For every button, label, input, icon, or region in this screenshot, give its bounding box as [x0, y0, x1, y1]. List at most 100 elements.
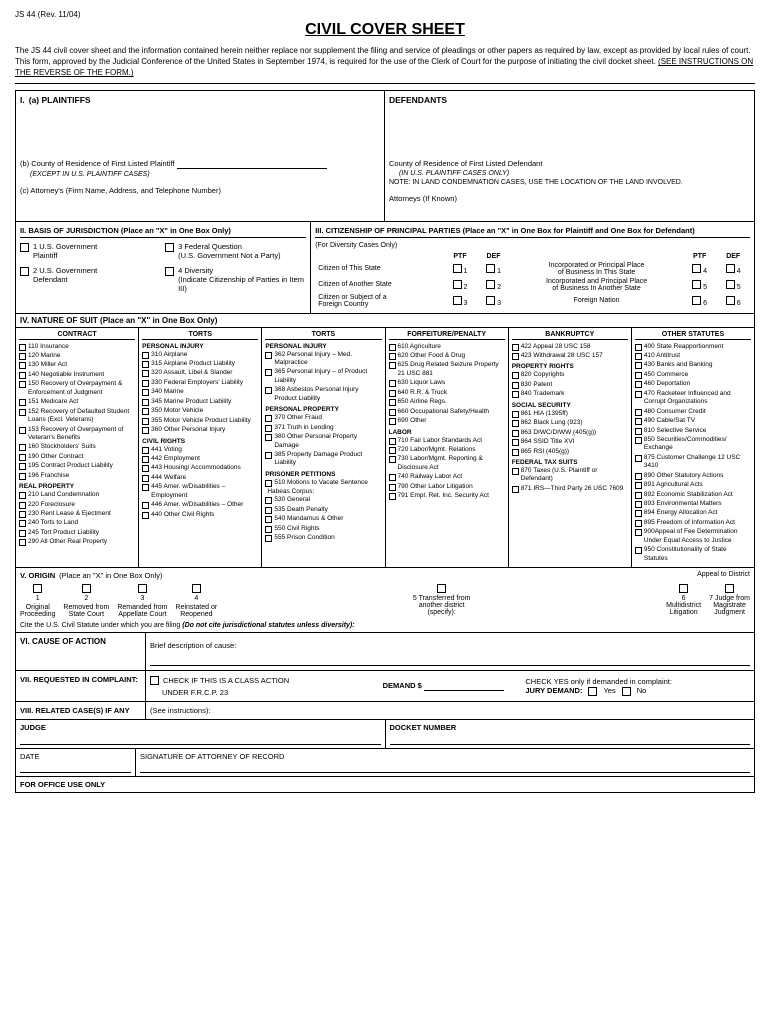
suit-555: 555 Prison Condition [265, 534, 381, 542]
ptf-4[interactable] [692, 264, 701, 273]
origin-1: 1 OriginalProceeding [20, 583, 55, 618]
def-1[interactable] [486, 264, 495, 273]
suit-446: 446 Amer. w/Disabilities – Other [142, 501, 258, 509]
cite-label: Cite the U.S. Civil Statute under which … [20, 622, 750, 629]
suit-151: 151 Medicare Act [19, 398, 135, 406]
judge-docket-row: JUDGE DOCKET NUMBER [15, 719, 755, 748]
ptf-6[interactable] [692, 296, 701, 305]
plaintiffs-label: I. (a) PLAINTIFFS [20, 95, 380, 105]
complaint-label: VII. REQUESTED IN COMPLAINT: [16, 671, 146, 701]
suit-480: 480 Consumer Credit [635, 408, 751, 416]
office-use: FOR OFFICE USE ONLY [15, 776, 755, 793]
signature-field[interactable] [140, 761, 750, 773]
suit-380: 380 Other Personal Property Damage [265, 433, 381, 450]
suit-320: 320 Assault, Libel & Slander [142, 369, 258, 377]
origin-checkbox-2[interactable] [82, 584, 91, 593]
origin-5: 5 Transferred fromanother district(speci… [225, 583, 658, 616]
class-action-checkbox[interactable] [150, 676, 159, 685]
suit-730: 730 Labor/Mgmt. Reporting & Disclosure A… [389, 455, 505, 472]
origin-checkbox-1[interactable] [33, 584, 42, 593]
origin-checkbox-4[interactable] [192, 584, 201, 593]
checkbox-3[interactable] [165, 243, 174, 252]
suit-870: 870 Taxes (U.S. Plaintiff or Defendant) [512, 467, 628, 484]
torts-pp-column: TORTS PERSONAL INJURY 362 Personal Injur… [262, 328, 385, 568]
cause-label: VI. CAUSE OF ACTION [16, 633, 146, 670]
sig-cell: SIGNATURE OF ATTORNEY OF RECORD [136, 749, 754, 776]
judge-field[interactable] [20, 733, 381, 745]
suit-460: 460 Deportation [635, 380, 751, 388]
origin-checkbox-7[interactable] [725, 584, 734, 593]
suit-950: 950 Constitutionality of State Statutes [635, 546, 751, 563]
ptf-3[interactable] [453, 296, 462, 305]
suit-443: 443 Housing/ Accommodations [142, 464, 258, 472]
jury-yes-checkbox[interactable] [588, 687, 597, 696]
origin-checkbox-6[interactable] [679, 584, 688, 593]
suit-891: 891 Agricultural Acts [635, 481, 751, 489]
suit-894: 894 Energy Allocation Act [635, 509, 751, 517]
ptf-2[interactable] [453, 280, 462, 289]
demand-field[interactable] [424, 681, 504, 691]
def-6[interactable] [726, 296, 735, 305]
suit-371: 371 Truth in Lending [265, 424, 381, 432]
suit-190: 190 Other Contract [19, 453, 135, 461]
citizenship-right: III. CITIZENSHIP OF PRINCIPAL PARTIES (P… [311, 222, 754, 313]
suit-220: 220 Foreclosure [19, 501, 135, 509]
county-plaintiff-field[interactable] [177, 159, 327, 169]
suit-840: 840 Trademark [512, 390, 628, 398]
def-2[interactable] [486, 280, 495, 289]
suit-196: 196 Franchise [19, 472, 135, 480]
suit-740: 740 Railway Labor Act [389, 473, 505, 481]
date-cell: DATE [16, 749, 136, 776]
suit-830: 830 Patent [512, 381, 628, 389]
complaint-content: CHECK IF THIS IS A CLASS ACTION UNDER F.… [146, 671, 754, 701]
section-vii: VII. REQUESTED IN COMPLAINT: CHECK IF TH… [15, 670, 755, 701]
docket-field[interactable] [390, 733, 751, 745]
date-field[interactable] [20, 761, 131, 773]
jurisdiction-title: II. BASIS OF JURISDICTION (Place an "X" … [20, 226, 306, 238]
suit-355: 355 Motor Vehicle Product Liability [142, 417, 258, 425]
suit-195: 195 Contract Product Liability [19, 462, 135, 470]
checkbox-2[interactable] [20, 267, 29, 276]
ptf-1[interactable] [453, 264, 462, 273]
suit-441: 441 Voting [142, 446, 258, 454]
suit-650: 650 Airline Regs. [389, 398, 505, 406]
suit-620: 620 Other Food & Drug [389, 352, 505, 360]
jurisdiction-left: II. BASIS OF JURISDICTION (Place an "X" … [16, 222, 311, 313]
suit-710: 710 Fair Labor Standards Act [389, 437, 505, 445]
related-content: (See instructions): [146, 702, 754, 719]
suit-310: 310 Airplane [142, 351, 258, 359]
origin-checkbox-3[interactable] [138, 584, 147, 593]
county-defendant-note: (IN U.S. PLAINTIFF CASES ONLY) [399, 170, 509, 177]
checkbox-4[interactable] [165, 267, 174, 276]
form-number: JS 44 (Rev. 11/04) [15, 10, 755, 19]
checkbox-1[interactable] [20, 243, 29, 252]
suit-540: 540 Mandamus & Other [265, 515, 381, 523]
suit-470: 470 Racketeer Influenced and Corrupt Org… [635, 390, 751, 407]
cause-input[interactable] [150, 652, 750, 666]
def-3[interactable] [486, 296, 495, 305]
suit-720: 720 Labor/Mgmt. Relations [389, 446, 505, 454]
jury-no-checkbox[interactable] [622, 687, 631, 696]
suit-140: 140 Negotiable Instrument [19, 371, 135, 379]
suit-810: 810 Selective Service [635, 427, 751, 435]
def-5[interactable] [726, 280, 735, 289]
def-4[interactable] [726, 264, 735, 273]
suit-450: 450 Commerce [635, 371, 751, 379]
intro-text: The JS 44 civil cover sheet and the info… [15, 45, 755, 84]
suit-368: 368 Asbestos Personal Injury Product Lia… [265, 386, 381, 403]
suit-850: 850 Securities/Commodities/ Exchange [635, 436, 751, 453]
suit-530: 530 General [265, 496, 381, 504]
ptf-5[interactable] [692, 280, 701, 289]
suit-864: 864 SSID Title XVI [512, 438, 628, 446]
suit-890: 890 Other Statutory Actions [635, 472, 751, 480]
suit-640: 640 R.R. & Truck [389, 389, 505, 397]
suit-423: 423 Withdrawal 28 USC 157 [512, 352, 628, 360]
suit-550: 550 Civil Rights [265, 525, 381, 533]
suit-410: 410 Antitrust [635, 352, 751, 360]
section-v: V. ORIGIN (Place an "X" in One Box Only)… [15, 567, 755, 632]
suit-350: 350 Motor Vehicle [142, 407, 258, 415]
suit-490: 490 Cable/Sat TV [635, 417, 751, 425]
suit-790: 790 Other Labor Litigation [389, 483, 505, 491]
citizenship-row-2: Citizen of Another State 2 2 Incorporate… [315, 277, 750, 293]
origin-checkbox-5[interactable] [437, 584, 446, 593]
